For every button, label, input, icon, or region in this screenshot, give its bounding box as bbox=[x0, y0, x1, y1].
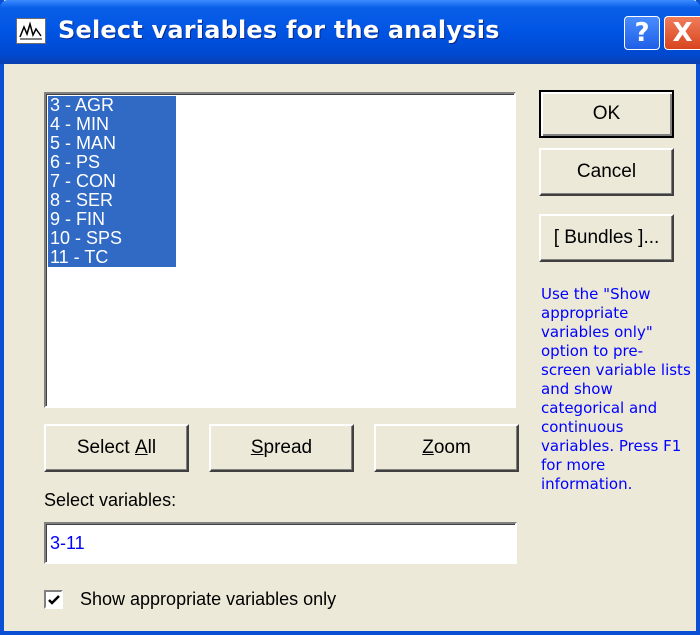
chart-app-icon bbox=[16, 18, 46, 44]
show-appropriate-checkbox[interactable] bbox=[44, 590, 63, 609]
spread-label-post: pread bbox=[263, 437, 313, 458]
list-item[interactable]: 10 - SPS bbox=[48, 229, 176, 248]
spread-button[interactable]: Spread bbox=[209, 424, 354, 472]
checkmark-icon bbox=[48, 595, 60, 605]
list-item[interactable]: 11 - TC bbox=[48, 248, 176, 267]
list-item[interactable]: 4 - MIN bbox=[48, 115, 176, 134]
select-all-accelerator: A bbox=[134, 437, 148, 458]
list-item[interactable]: 3 - AGR bbox=[48, 96, 176, 115]
zoom-label-post: oom bbox=[433, 437, 471, 458]
show-appropriate-label[interactable]: Show appropriate variables only bbox=[80, 589, 336, 610]
dialog-title: Select variables for the analysis bbox=[58, 16, 500, 44]
ok-button[interactable]: OK bbox=[539, 90, 674, 138]
close-icon: X bbox=[672, 18, 693, 48]
spread-accelerator: S bbox=[250, 437, 264, 458]
select-variables-input[interactable] bbox=[44, 522, 517, 564]
list-item[interactable]: 5 - MAN bbox=[48, 134, 176, 153]
select-all-label-pre: Select bbox=[76, 437, 135, 458]
variable-listbox[interactable]: 3 - AGR 4 - MIN 5 - MAN 6 - PS 7 - CON 8… bbox=[44, 92, 516, 408]
title-bar[interactable]: Select variables for the analysis ? X bbox=[0, 0, 700, 64]
help-button[interactable]: ? bbox=[624, 16, 660, 50]
list-item[interactable]: 6 - PS bbox=[48, 153, 176, 172]
select-all-label-post: ll bbox=[147, 437, 157, 458]
help-icon: ? bbox=[634, 18, 650, 48]
zoom-button[interactable]: Zoom bbox=[374, 424, 519, 472]
dialog-window: Select variables for the analysis ? X 3 … bbox=[0, 0, 700, 635]
close-button[interactable]: X bbox=[664, 16, 700, 50]
help-text: Use the "Show appropriate variables only… bbox=[541, 285, 691, 493]
cancel-button[interactable]: Cancel bbox=[539, 148, 674, 196]
list-item[interactable]: 7 - CON bbox=[48, 172, 176, 191]
list-item[interactable]: 9 - FIN bbox=[48, 210, 176, 229]
list-item[interactable]: 8 - SER bbox=[48, 191, 176, 210]
bundles-button[interactable]: [ Bundles ]... bbox=[539, 214, 674, 262]
variable-list: 3 - AGR 4 - MIN 5 - MAN 6 - PS 7 - CON 8… bbox=[48, 96, 176, 267]
select-all-button[interactable]: Select All bbox=[44, 424, 189, 472]
select-variables-label: Select variables: bbox=[44, 490, 177, 510]
zoom-accelerator: Z bbox=[422, 437, 434, 458]
